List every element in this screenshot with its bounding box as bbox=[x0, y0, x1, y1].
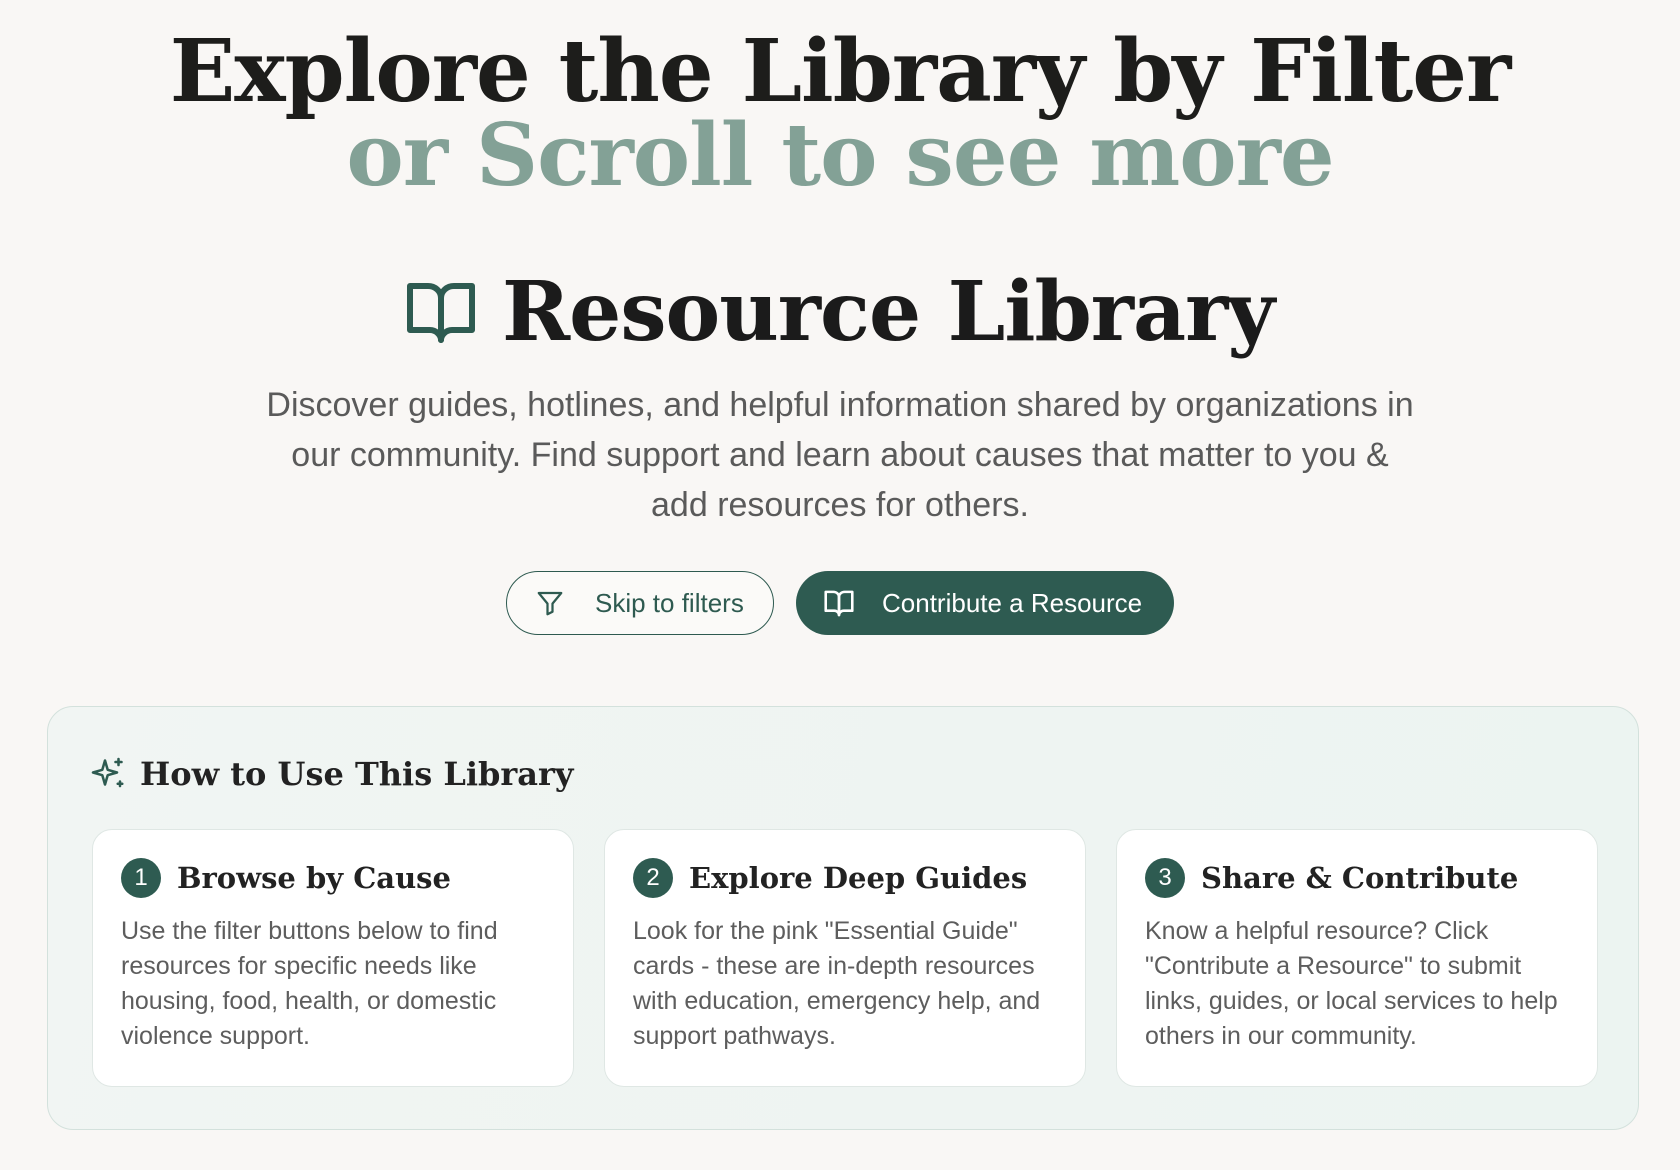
skip-to-filters-label: Skip to filters bbox=[595, 587, 744, 618]
step-description: Look for the pink "Essential Guide" card… bbox=[633, 917, 1041, 1050]
step-number-badge: 2 bbox=[633, 858, 673, 898]
filter-icon bbox=[537, 591, 563, 616]
skip-to-filters-button[interactable]: Skip to filters bbox=[506, 571, 774, 635]
how-to-steps: 1 Browse by Cause Use the filter buttons… bbox=[92, 829, 1598, 1087]
step-title: Browse by Cause bbox=[177, 861, 451, 895]
contribute-resource-label: Contribute a Resource bbox=[882, 587, 1143, 618]
how-to-header: How to Use This Library bbox=[90, 755, 573, 793]
step-title: Explore Deep Guides bbox=[689, 861, 1028, 895]
how-to-title: How to Use This Library bbox=[140, 755, 574, 793]
step-card-browse: 1 Browse by Cause Use the filter buttons… bbox=[92, 829, 574, 1087]
step-card-explore: 2 Explore Deep Guides Look for the pink … bbox=[604, 829, 1086, 1087]
step-number-badge: 1 bbox=[121, 858, 161, 898]
library-title-row: Resource Library bbox=[0, 262, 1680, 362]
step-description: Use the filter buttons below to find res… bbox=[121, 917, 498, 1050]
step-header: 3 Share & Contribute bbox=[1145, 858, 1569, 898]
book-open-icon bbox=[824, 590, 854, 617]
sparkles-icon bbox=[91, 757, 124, 788]
page-title: Resource Library bbox=[502, 264, 1275, 360]
step-number-badge: 3 bbox=[1145, 858, 1185, 898]
how-to-use-panel: How to Use This Library 1 Browse by Caus… bbox=[47, 706, 1639, 1130]
hero-title-line-2: or Scroll to see more bbox=[346, 105, 1334, 206]
book-open-icon bbox=[407, 283, 476, 343]
step-header: 1 Browse by Cause bbox=[121, 858, 545, 898]
step-title: Share & Contribute bbox=[1201, 861, 1519, 895]
step-header: 2 Explore Deep Guides bbox=[633, 858, 1057, 898]
contribute-resource-button[interactable]: Contribute a Resource bbox=[796, 571, 1174, 635]
step-card-share: 3 Share & Contribute Know a helpful reso… bbox=[1116, 829, 1598, 1087]
library-description: Discover guides, hotlines, and helpful i… bbox=[266, 386, 1414, 524]
cta-button-row: Skip to filters Contribute a Resource bbox=[0, 571, 1680, 635]
step-description: Know a helpful resource? Click "Contribu… bbox=[1145, 917, 1558, 1050]
